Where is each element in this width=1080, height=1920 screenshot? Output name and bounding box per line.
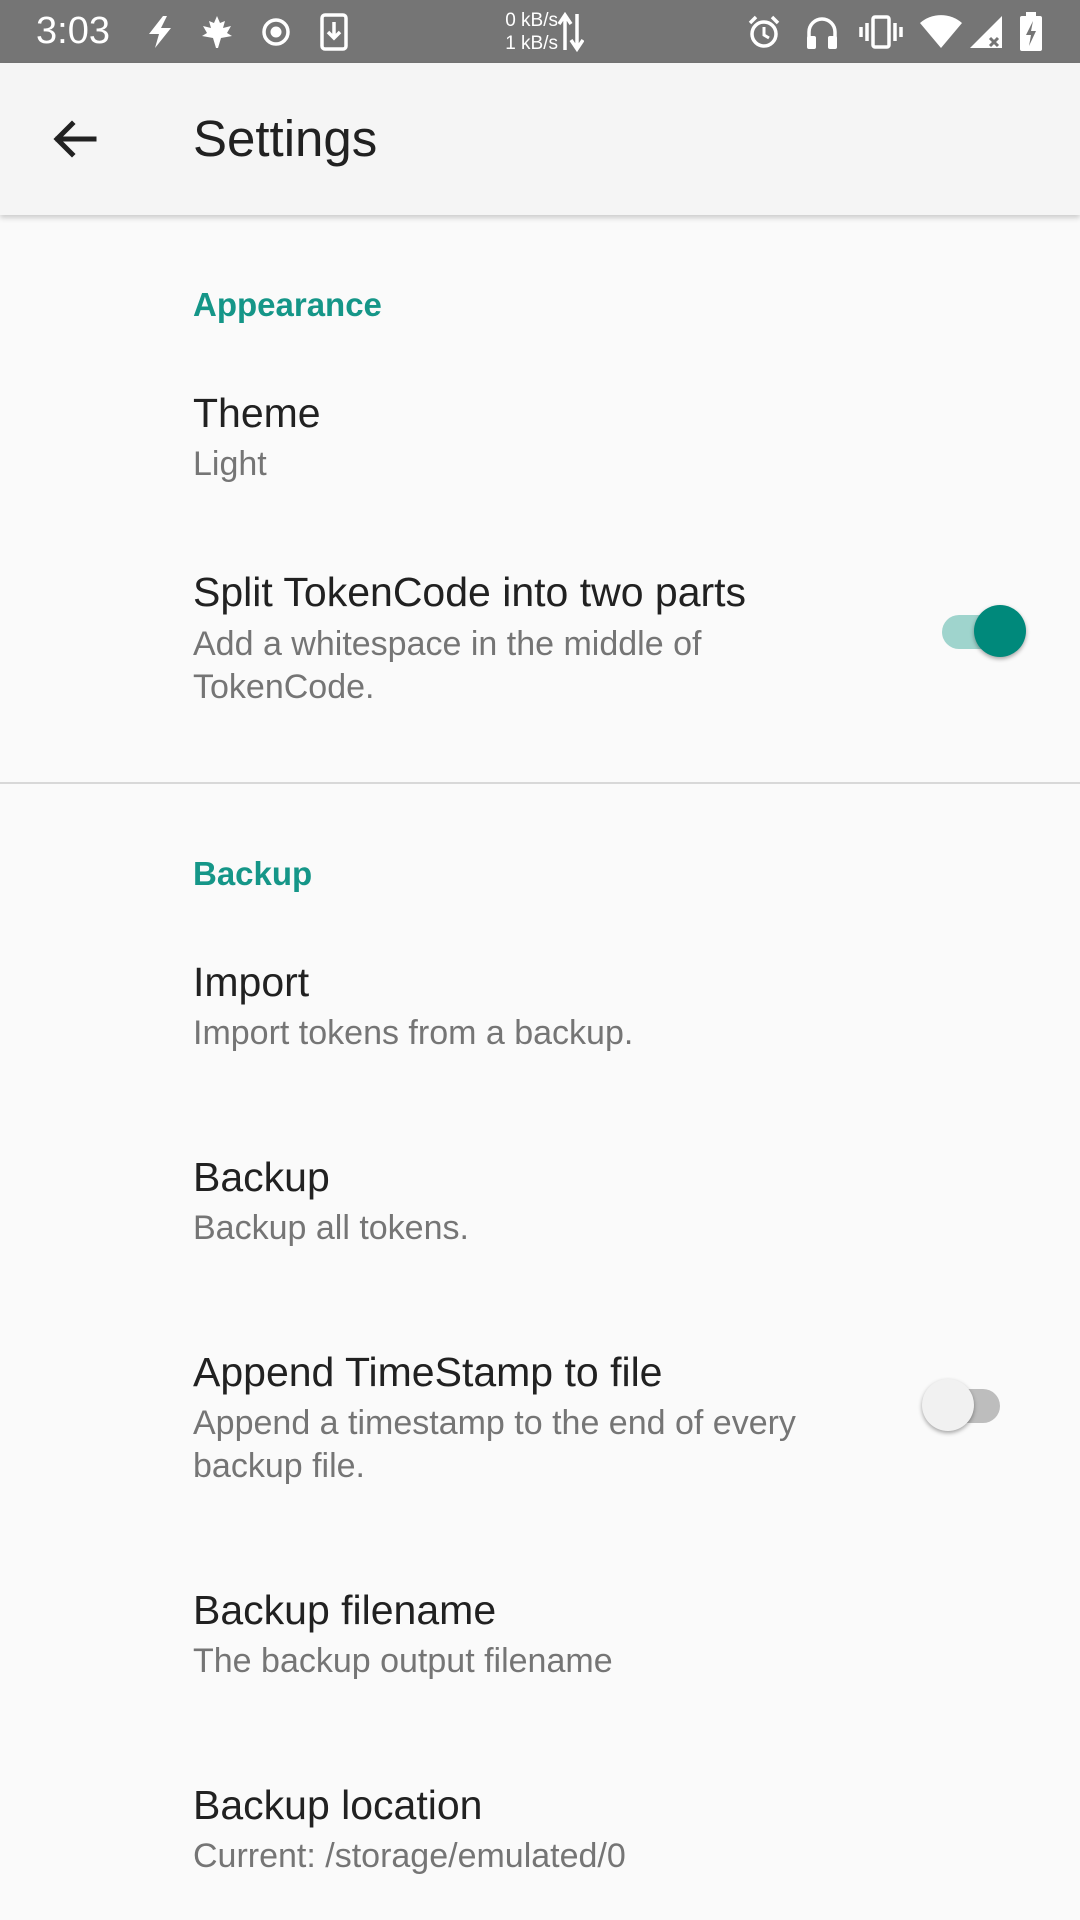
record-icon	[256, 12, 296, 52]
network-speed: 0 kB/s 1 kB/s	[488, 9, 558, 55]
pref-backup[interactable]: Backup Backup all tokens.	[0, 1140, 1080, 1290]
status-bar: 3:03 0 kB/s 1 kB/s	[0, 0, 1080, 63]
back-button[interactable]	[34, 101, 114, 181]
signal-icon	[966, 12, 1006, 52]
pref-backup-summary: Backup all tokens.	[193, 1209, 469, 1247]
section-divider	[0, 782, 1080, 784]
pref-theme[interactable]: Theme Light	[0, 375, 1080, 525]
settings-list: Appearance Theme Light Split TokenCode i…	[0, 215, 1080, 1920]
page-title: Settings	[193, 110, 378, 167]
pref-split-tokencode-title: Split TokenCode into two parts	[193, 569, 747, 615]
pref-append-timestamp[interactable]: Append TimeStamp to file Append a timest…	[0, 1335, 1080, 1535]
pref-append-timestamp-summary: Append a timestamp to the end of every b…	[193, 1404, 796, 1485]
pref-backup-location-summary: Current: /storage/emulated/0	[193, 1837, 626, 1875]
download-icon	[314, 12, 354, 52]
append-timestamp-switch[interactable]	[922, 1371, 1012, 1431]
pref-import-title: Import	[193, 959, 310, 1005]
split-tokencode-switch[interactable]	[932, 597, 1026, 657]
pref-backup-filename-summary: The backup output filename	[193, 1642, 613, 1680]
data-transfer-icon	[556, 12, 586, 52]
pref-theme-title: Theme	[193, 390, 321, 436]
arrow-back-icon	[50, 115, 98, 168]
wifi-icon	[918, 12, 964, 52]
pref-import[interactable]: Import Import tokens from a backup.	[0, 945, 1080, 1095]
pref-backup-location[interactable]: Backup location Current: /storage/emulat…	[0, 1768, 1080, 1918]
pref-append-timestamp-title: Append TimeStamp to file	[193, 1349, 663, 1395]
app-bar: Settings	[0, 63, 1080, 215]
switch-thumb	[922, 1379, 974, 1431]
pref-split-tokencode-summary: Add a whitespace in the middle of TokenC…	[193, 625, 702, 706]
pref-backup-location-title: Backup location	[193, 1782, 483, 1828]
status-time: 3:03	[36, 10, 110, 52]
net-upload-speed: 0 kB/s	[505, 10, 558, 31]
category-backup: Backup	[193, 855, 313, 892]
category-appearance: Appearance	[193, 286, 382, 323]
pref-import-summary: Import tokens from a backup.	[193, 1014, 634, 1052]
vibrate-icon	[858, 12, 904, 52]
switch-thumb	[974, 605, 1026, 657]
net-download-speed: 1 kB/s	[505, 33, 558, 54]
headphones-icon	[802, 12, 842, 52]
pref-backup-title: Backup	[193, 1154, 330, 1200]
pref-backup-filename-title: Backup filename	[193, 1587, 497, 1633]
bolt-icon	[140, 12, 180, 52]
battery-icon	[1016, 12, 1046, 52]
pref-backup-filename[interactable]: Backup filename The backup output filena…	[0, 1573, 1080, 1723]
maple-leaf-icon	[196, 12, 238, 52]
pref-split-tokencode[interactable]: Split TokenCode into two parts Add a whi…	[0, 555, 1080, 755]
pref-theme-summary: Light	[193, 445, 267, 483]
alarm-icon	[744, 12, 784, 52]
